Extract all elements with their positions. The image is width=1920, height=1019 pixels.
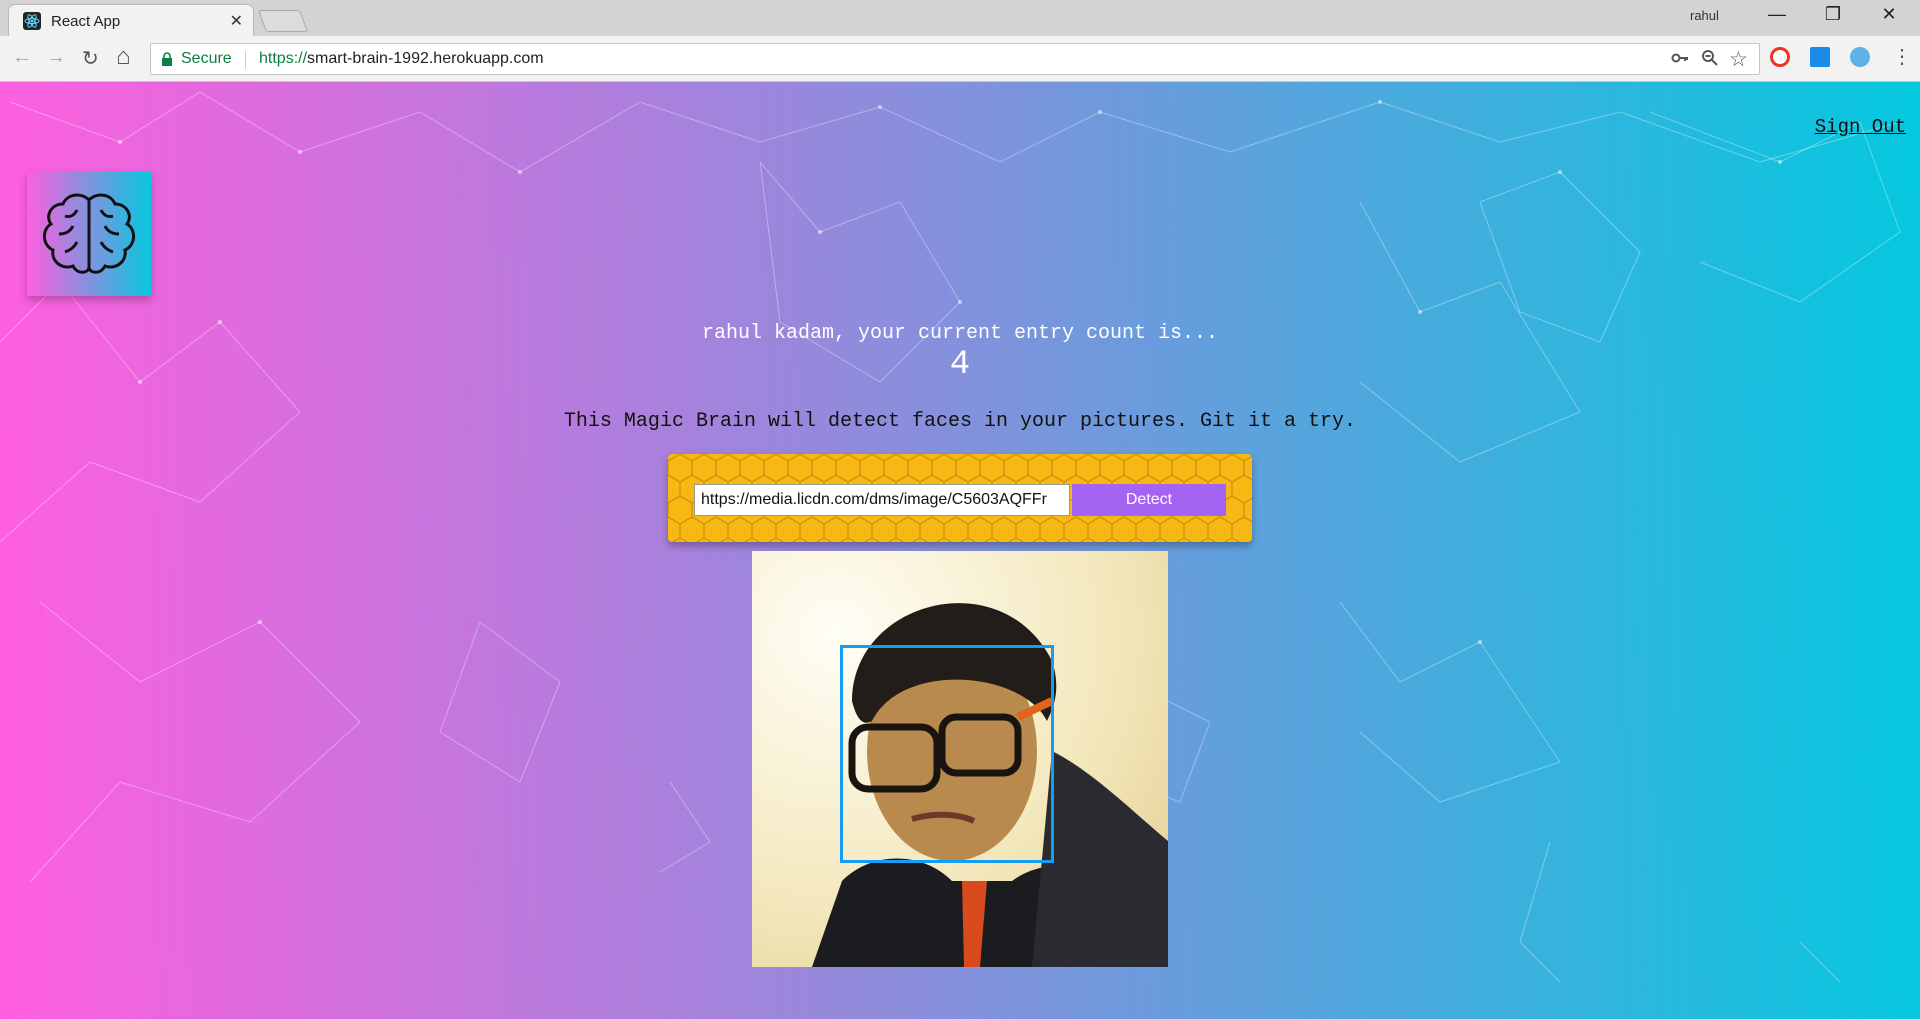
forward-button[interactable]: → bbox=[46, 46, 66, 69]
restore-button[interactable]: ❐ bbox=[1810, 4, 1856, 25]
browser-tab[interactable]: React App ✕ bbox=[8, 4, 254, 36]
address-bar[interactable]: Secure https://smart-brain-1992.herokuap… bbox=[150, 43, 1760, 75]
image-link-form: Detect bbox=[668, 454, 1252, 542]
back-button[interactable]: ← bbox=[12, 46, 32, 69]
url-scheme: https:// bbox=[259, 50, 308, 67]
url-host: smart-brain-1992.herokuapp.com bbox=[307, 50, 544, 67]
key-icon[interactable] bbox=[1671, 49, 1689, 72]
logo-tile[interactable] bbox=[27, 172, 151, 296]
tab-title: React App bbox=[51, 13, 121, 30]
home-button[interactable]: ⌂ bbox=[116, 43, 131, 71]
lock-icon bbox=[161, 52, 173, 71]
detect-button[interactable]: Detect bbox=[1072, 484, 1226, 516]
tab-close-icon[interactable]: ✕ bbox=[230, 11, 243, 31]
reload-button[interactable]: ↻ bbox=[82, 46, 99, 71]
face-image bbox=[752, 551, 1168, 967]
app-page: Sign Out rahul kadam, your current entry… bbox=[0, 82, 1920, 1019]
minimize-button[interactable]: — bbox=[1754, 4, 1800, 25]
sign-out-link[interactable]: Sign Out bbox=[1815, 116, 1906, 138]
secure-label: Secure bbox=[181, 50, 232, 67]
entry-count-message: rahul kadam, your current entry count is… bbox=[701, 322, 1219, 345]
zoom-icon[interactable] bbox=[1701, 49, 1719, 72]
react-logo-icon bbox=[23, 12, 41, 30]
close-window-button[interactable]: ✕ bbox=[1866, 4, 1912, 25]
divider bbox=[245, 51, 246, 69]
new-tab-button[interactable] bbox=[257, 10, 309, 32]
face-bounding-box bbox=[840, 645, 1054, 863]
sync-extension-icon[interactable] bbox=[1850, 47, 1870, 67]
opera-extension-icon[interactable] bbox=[1770, 47, 1790, 67]
description-text: This Magic Brain will detect faces in yo… bbox=[563, 410, 1357, 433]
menu-icon[interactable]: ⋮ bbox=[1892, 44, 1912, 69]
url-text[interactable]: https://smart-brain-1992.herokuapp.com bbox=[259, 50, 544, 68]
browser-toolbar: ← → ↻ ⌂ Secure https://smart-brain-1992.… bbox=[0, 36, 1920, 82]
browser-titlebar: React App ✕ rahul — ❐ ✕ bbox=[0, 0, 1920, 36]
extension-icon[interactable] bbox=[1810, 47, 1830, 67]
profile-name[interactable]: rahul bbox=[1690, 8, 1719, 23]
brain-icon bbox=[43, 193, 135, 274]
entry-count-value: 4 bbox=[949, 346, 971, 384]
image-url-input[interactable] bbox=[694, 484, 1070, 516]
star-icon[interactable]: ☆ bbox=[1729, 47, 1748, 72]
